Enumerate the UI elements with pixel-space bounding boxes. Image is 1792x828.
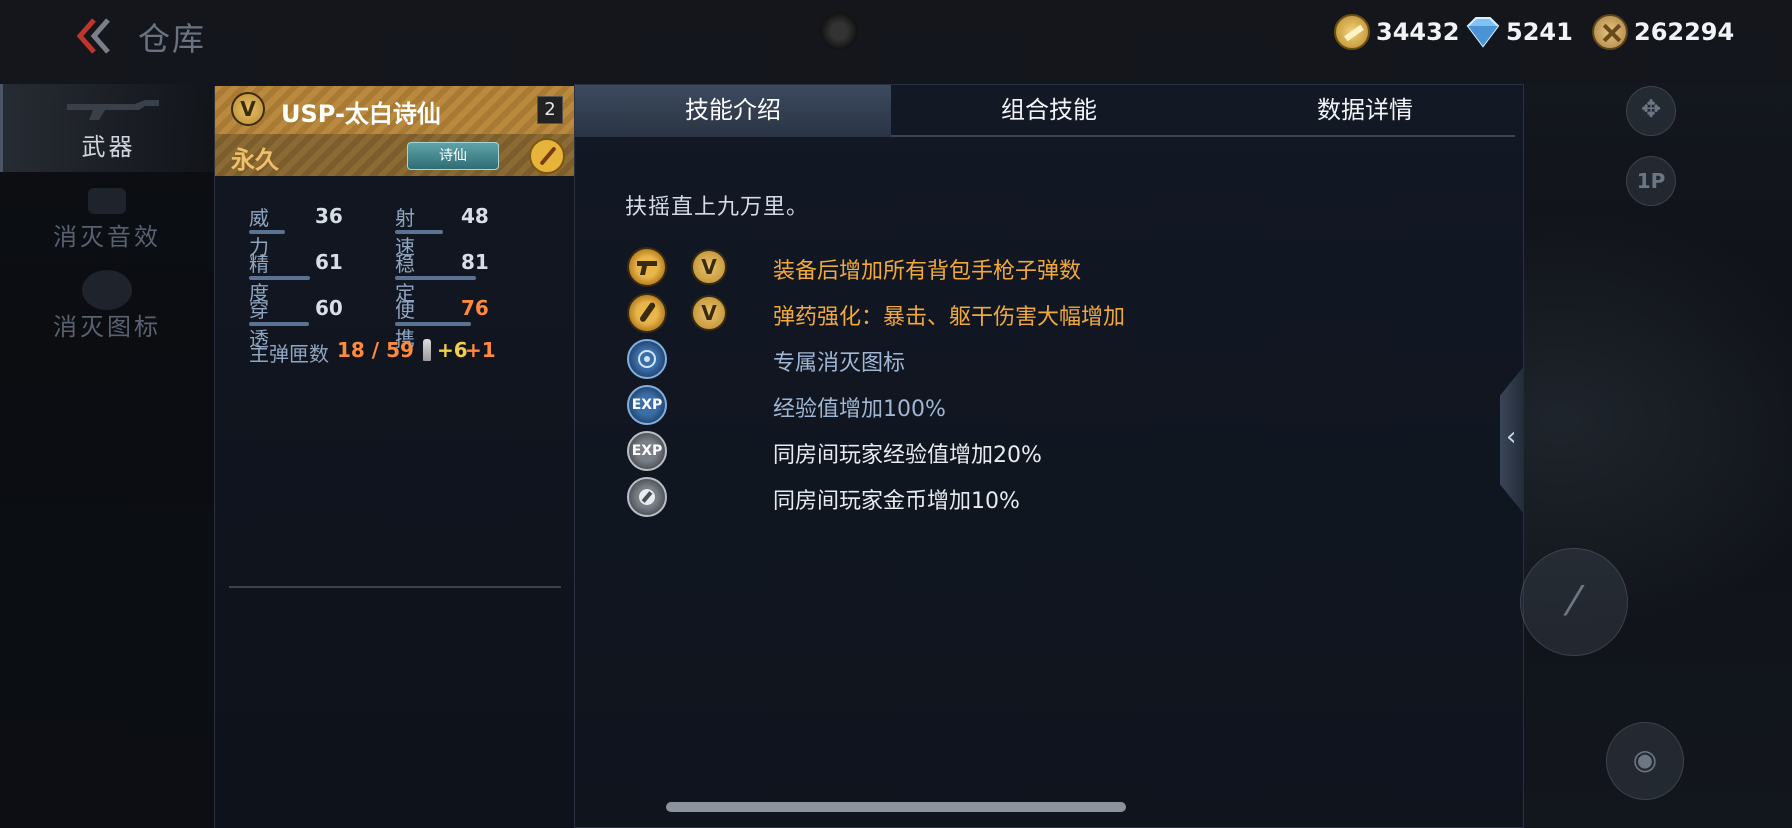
gold-bar-icon [1334,14,1370,50]
ammo-bonus-extra: +1 [465,338,496,362]
weapon-tag: 诗仙 [407,142,499,170]
stat-value: 60 [315,296,343,320]
chevron-left-icon: ‹ [1506,422,1517,452]
medal-coin-icon [1592,14,1628,50]
skill-text: 同房间玩家金币增加10% [773,489,1020,514]
skill-row: 专属消灭图标 [627,339,1427,383]
speaker-icon [88,188,126,214]
stat-bar [249,322,309,326]
page-title: 仓库 [138,20,207,58]
view-1p-button[interactable]: 1P [1626,156,1676,206]
double-chevron-left-icon [76,18,110,54]
nav-item-kill-sound[interactable]: 消灭音效 [0,174,214,262]
divider [229,586,561,588]
fire-button[interactable]: ⁄ [1520,548,1628,656]
skill-row: V 装备后增加所有背包手枪子弹数 [627,247,1427,291]
eye-icon: ◉ [1632,743,1658,776]
nav-item-weapons[interactable]: 武器 [0,84,214,172]
weapon-card: V USP-太白诗仙 2 永久 诗仙 威力 36 射速 48 精度 61 稳定 … [214,86,575,828]
exp-boost-icon: EXP [627,385,667,425]
stat-value: 81 [461,250,489,274]
skill-text: 经验值增加100% [773,397,946,422]
stat-value: 76 [461,296,489,320]
icon-label: EXP [631,397,663,413]
bullet-icon: ⁄ [1570,579,1578,625]
ammo-boost-icon [627,293,667,333]
bullet-icon [423,339,431,361]
weapon-duration: 永久 [231,146,279,174]
diamond-icon [1464,14,1500,50]
skill-row: 同房间玩家金币增加10% [627,477,1427,521]
vip-badge-icon: V [691,295,727,331]
gamepad-button[interactable]: ✥ [1626,86,1676,136]
skill-text: 同房间玩家经验值增加20% [773,443,1042,468]
camera-notch [820,12,858,50]
weapon-card-subheader: 永久 诗仙 [215,134,575,176]
diamond-amount: 5241 [1506,18,1573,46]
vip-badge-icon: V [691,249,727,285]
currency-gold[interactable]: 34432 [1334,14,1460,50]
tab-combo-skills[interactable]: 组合技能 [891,85,1207,137]
skill-row: V 弹药强化：暴击、躯干伤害大幅增加 [627,293,1427,337]
nav-item-label: 武器 [81,133,136,161]
currency-medal[interactable]: 262294 [1592,14,1734,50]
kill-icon-badge [627,339,667,379]
gamepad-icon: ✥ [1640,95,1662,123]
tab-data-details[interactable]: 数据详情 [1207,85,1523,137]
stat-bar [395,230,443,234]
skill-text: 装备后增加所有背包手枪子弹数 [773,259,1082,284]
stat-bar [395,276,476,280]
skill-text: 专属消灭图标 [773,351,906,376]
room-coin-icon [627,477,667,517]
tab-skill-intro[interactable]: 技能介绍 [575,85,891,137]
nav-item-kill-icon[interactable]: 消灭图标 [0,264,214,352]
skill-row: EXP 经验值增加100% [627,385,1427,429]
stat-value: 48 [461,204,489,228]
gold-amount: 34432 [1376,18,1460,46]
back-button[interactable] [72,14,116,58]
view-1p-label: 1P [1636,169,1666,193]
left-nav: 武器 消灭音效 消灭图标 [0,84,214,828]
skill-row: EXP 同房间玩家经验值增加20% [627,431,1427,475]
stat-bar [395,322,471,326]
home-indicator [666,802,1126,812]
icon-label: EXP [631,443,663,459]
ammo-value: 18 / 59 [337,338,414,362]
top-bar: 仓库 34432 5241 262294 [0,0,1792,84]
skill-text: 弹药强化：暴击、躯干伤害大幅增加 [773,305,1126,330]
room-exp-icon: EXP [627,431,667,471]
no-entry-icon[interactable] [529,138,565,174]
medal-amount: 262294 [1634,18,1735,46]
nav-item-label: 消灭图标 [53,313,161,341]
currency-diamond[interactable]: 5241 [1464,14,1573,50]
rifle-icon [67,100,159,120]
nav-item-label: 消灭音效 [53,223,161,251]
inspect-weapon-button[interactable]: ◉ [1606,722,1684,800]
tab-bar: 技能介绍 组合技能 数据详情 [575,85,1515,137]
ammo-label: 主弹匣数 [249,342,329,366]
weapon-level: 2 [537,96,563,124]
pistol-icon [627,247,667,287]
stat-value: 61 [315,250,343,274]
weapon-card-header: V USP-太白诗仙 2 [215,86,575,134]
ammo-bonus: +6 [437,338,468,362]
skill-description: 扶摇直上九万里。 [625,195,810,220]
stat-value: 36 [315,204,343,228]
skill-panel: 技能介绍 组合技能 数据详情 扶摇直上九万里。 V 装备后增加所有背包手枪子弹数… [574,84,1524,828]
weapon-name: USP-太白诗仙 [281,100,441,128]
vip-badge-icon: V [231,92,265,126]
game-screen: 仓库 34432 5241 262294 武器 消灭音效 消灭图标 V USP-… [0,0,1792,828]
stat-bar [249,276,310,280]
stat-bar [249,230,285,234]
skull-emblem-icon [82,270,132,310]
